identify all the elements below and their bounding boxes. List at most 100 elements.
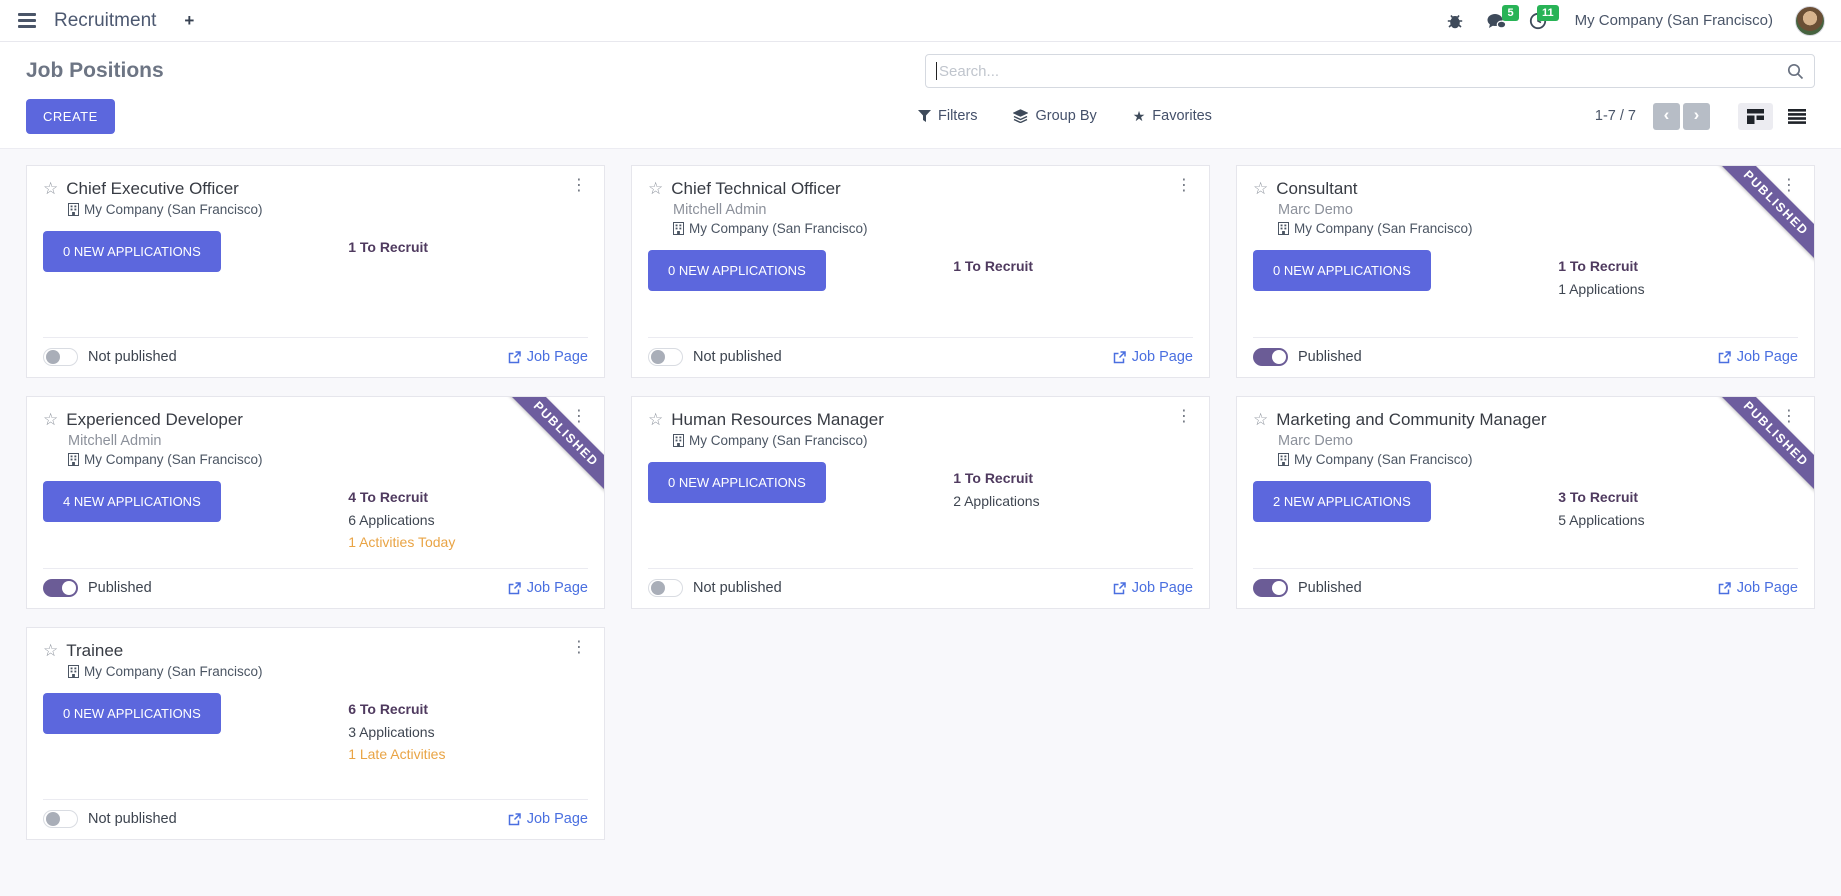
job-page-link[interactable]: Job Page (1718, 580, 1798, 596)
card-kebab-menu-icon[interactable]: ⋮ (1781, 175, 1797, 195)
new-applications-button[interactable]: 0 NEW APPLICATIONS (648, 250, 826, 291)
add-tab-button[interactable]: + (184, 11, 194, 31)
activities-clock-icon[interactable]: 11 (1529, 12, 1547, 30)
to-recruit-count[interactable]: 1 To Recruit (953, 467, 1193, 489)
applications-count[interactable]: 2 Applications (953, 490, 1193, 512)
kanban-view-button[interactable] (1738, 103, 1773, 130)
toggle-knob (651, 581, 665, 595)
activities-status[interactable]: 1 Late Activities (348, 743, 588, 765)
search-options-bar: Filters Group By ★ Favorites (918, 108, 1212, 124)
publish-toggle[interactable] (43, 579, 78, 597)
app-name[interactable]: Recruitment (54, 10, 156, 32)
publish-status-label: Published (88, 580, 152, 596)
user-avatar[interactable] (1795, 6, 1825, 36)
to-recruit-count[interactable]: 1 To Recruit (953, 255, 1193, 277)
publish-toggle[interactable] (648, 579, 683, 597)
new-applications-button[interactable]: 2 NEW APPLICATIONS (1253, 481, 1431, 522)
job-page-label: Job Page (1737, 580, 1798, 596)
pager-next-button[interactable]: › (1683, 103, 1710, 130)
current-company[interactable]: My Company (San Francisco) (1575, 12, 1773, 29)
publish-toggle[interactable] (43, 810, 78, 828)
job-title[interactable]: Experienced Developer (66, 410, 243, 430)
publish-status-label: Published (1298, 580, 1362, 596)
job-title[interactable]: Chief Technical Officer (671, 179, 840, 199)
applications-count[interactable]: 6 Applications (348, 509, 588, 531)
favorites-star-icon: ★ (1133, 109, 1146, 123)
favorite-star-icon[interactable]: ☆ (43, 641, 58, 661)
to-recruit-count[interactable]: 3 To Recruit (1558, 486, 1798, 508)
card-kebab-menu-icon[interactable]: ⋮ (1176, 406, 1192, 426)
new-applications-button[interactable]: 4 NEW APPLICATIONS (43, 481, 221, 522)
applications-count[interactable]: 5 Applications (1558, 509, 1798, 531)
card-stats: 4 To Recruit 6 Applications 1 Activities… (348, 481, 588, 553)
card-kebab-menu-icon[interactable]: ⋮ (1781, 406, 1797, 426)
recruiter-name: Marc Demo (1278, 202, 1798, 218)
applications-count[interactable]: 3 Applications (348, 721, 588, 743)
pager-previous-button[interactable]: ‹ (1653, 103, 1680, 130)
company-label: My Company (San Francisco) (689, 433, 868, 448)
main-menu-icon[interactable] (16, 9, 38, 32)
job-page-link[interactable]: Job Page (1113, 580, 1193, 596)
search-placeholder: Search... (939, 63, 999, 80)
job-position-card[interactable]: PUBLISHED ⋮ ☆ Experienced Developer Mitc… (26, 396, 605, 609)
search-input[interactable]: Search... (925, 54, 1815, 88)
job-page-link[interactable]: Job Page (508, 580, 588, 596)
job-page-link[interactable]: Job Page (508, 349, 588, 365)
card-kebab-menu-icon[interactable]: ⋮ (1176, 175, 1192, 195)
create-button[interactable]: CREATE (26, 99, 115, 134)
debug-bug-icon[interactable] (1446, 12, 1464, 30)
publish-toggle[interactable] (43, 348, 78, 366)
publish-status-label: Not published (693, 580, 782, 596)
job-page-link[interactable]: Job Page (508, 811, 588, 827)
job-title[interactable]: Marketing and Community Manager (1276, 410, 1546, 430)
job-title[interactable]: Consultant (1276, 179, 1357, 199)
company-building-icon (673, 222, 684, 235)
job-position-card[interactable]: ⋮ ☆ Trainee My Company (San Francisco) (26, 627, 605, 840)
favorite-star-icon[interactable]: ☆ (648, 179, 663, 199)
publish-toggle[interactable] (1253, 348, 1288, 366)
new-applications-button[interactable]: 0 NEW APPLICATIONS (648, 462, 826, 503)
favorites-label: Favorites (1152, 108, 1212, 124)
job-position-card[interactable]: PUBLISHED ⋮ ☆ Marketing and Community Ma… (1236, 396, 1815, 609)
job-page-link[interactable]: Job Page (1718, 349, 1798, 365)
card-kebab-menu-icon[interactable]: ⋮ (571, 637, 587, 657)
applications-count[interactable]: 1 Applications (1558, 278, 1798, 300)
top-navbar: Recruitment + 5 11 My Company (San (0, 0, 1841, 42)
favorites-button[interactable]: ★ Favorites (1133, 108, 1212, 124)
filters-button[interactable]: Filters (918, 108, 977, 124)
new-applications-button[interactable]: 0 NEW APPLICATIONS (43, 693, 221, 734)
card-kebab-menu-icon[interactable]: ⋮ (571, 406, 587, 426)
list-view-button[interactable] (1779, 103, 1815, 130)
list-view-icon (1788, 109, 1806, 124)
job-position-card[interactable]: ⋮ ☆ Chief Technical Officer Mitchell Adm… (631, 165, 1210, 378)
messages-icon[interactable]: 5 (1486, 12, 1507, 30)
to-recruit-count[interactable]: 1 To Recruit (1558, 255, 1798, 277)
publish-toggle[interactable] (1253, 579, 1288, 597)
favorite-star-icon[interactable]: ☆ (43, 410, 58, 430)
group-by-label: Group By (1035, 108, 1096, 124)
job-title[interactable]: Chief Executive Officer (66, 179, 239, 199)
new-applications-button[interactable]: 0 NEW APPLICATIONS (1253, 250, 1431, 291)
to-recruit-count[interactable]: 6 To Recruit (348, 698, 588, 720)
favorite-star-icon[interactable]: ☆ (1253, 410, 1268, 430)
new-applications-button[interactable]: 0 NEW APPLICATIONS (43, 231, 221, 272)
to-recruit-count[interactable]: 4 To Recruit (348, 486, 588, 508)
favorite-star-icon[interactable]: ☆ (1253, 179, 1268, 199)
job-title[interactable]: Trainee (66, 641, 123, 661)
job-position-card[interactable]: PUBLISHED ⋮ ☆ Consultant Marc Demo My Co… (1236, 165, 1815, 378)
to-recruit-count[interactable]: 1 To Recruit (348, 236, 588, 258)
group-by-layers-icon (1013, 109, 1028, 123)
publish-toggle[interactable] (648, 348, 683, 366)
job-title[interactable]: Human Resources Manager (671, 410, 884, 430)
toggle-knob (62, 581, 76, 595)
job-page-link[interactable]: Job Page (1113, 349, 1193, 365)
group-by-button[interactable]: Group By (1013, 108, 1096, 124)
favorite-star-icon[interactable]: ☆ (648, 410, 663, 430)
favorite-star-icon[interactable]: ☆ (43, 179, 58, 199)
job-position-card[interactable]: ⋮ ☆ Human Resources Manager My Company (… (631, 396, 1210, 609)
job-position-card[interactable]: ⋮ ☆ Chief Executive Officer My Company (… (26, 165, 605, 378)
activities-status[interactable]: 1 Activities Today (348, 531, 588, 553)
search-icon[interactable] (1787, 63, 1804, 80)
external-link-icon (1718, 351, 1731, 364)
card-kebab-menu-icon[interactable]: ⋮ (571, 175, 587, 195)
